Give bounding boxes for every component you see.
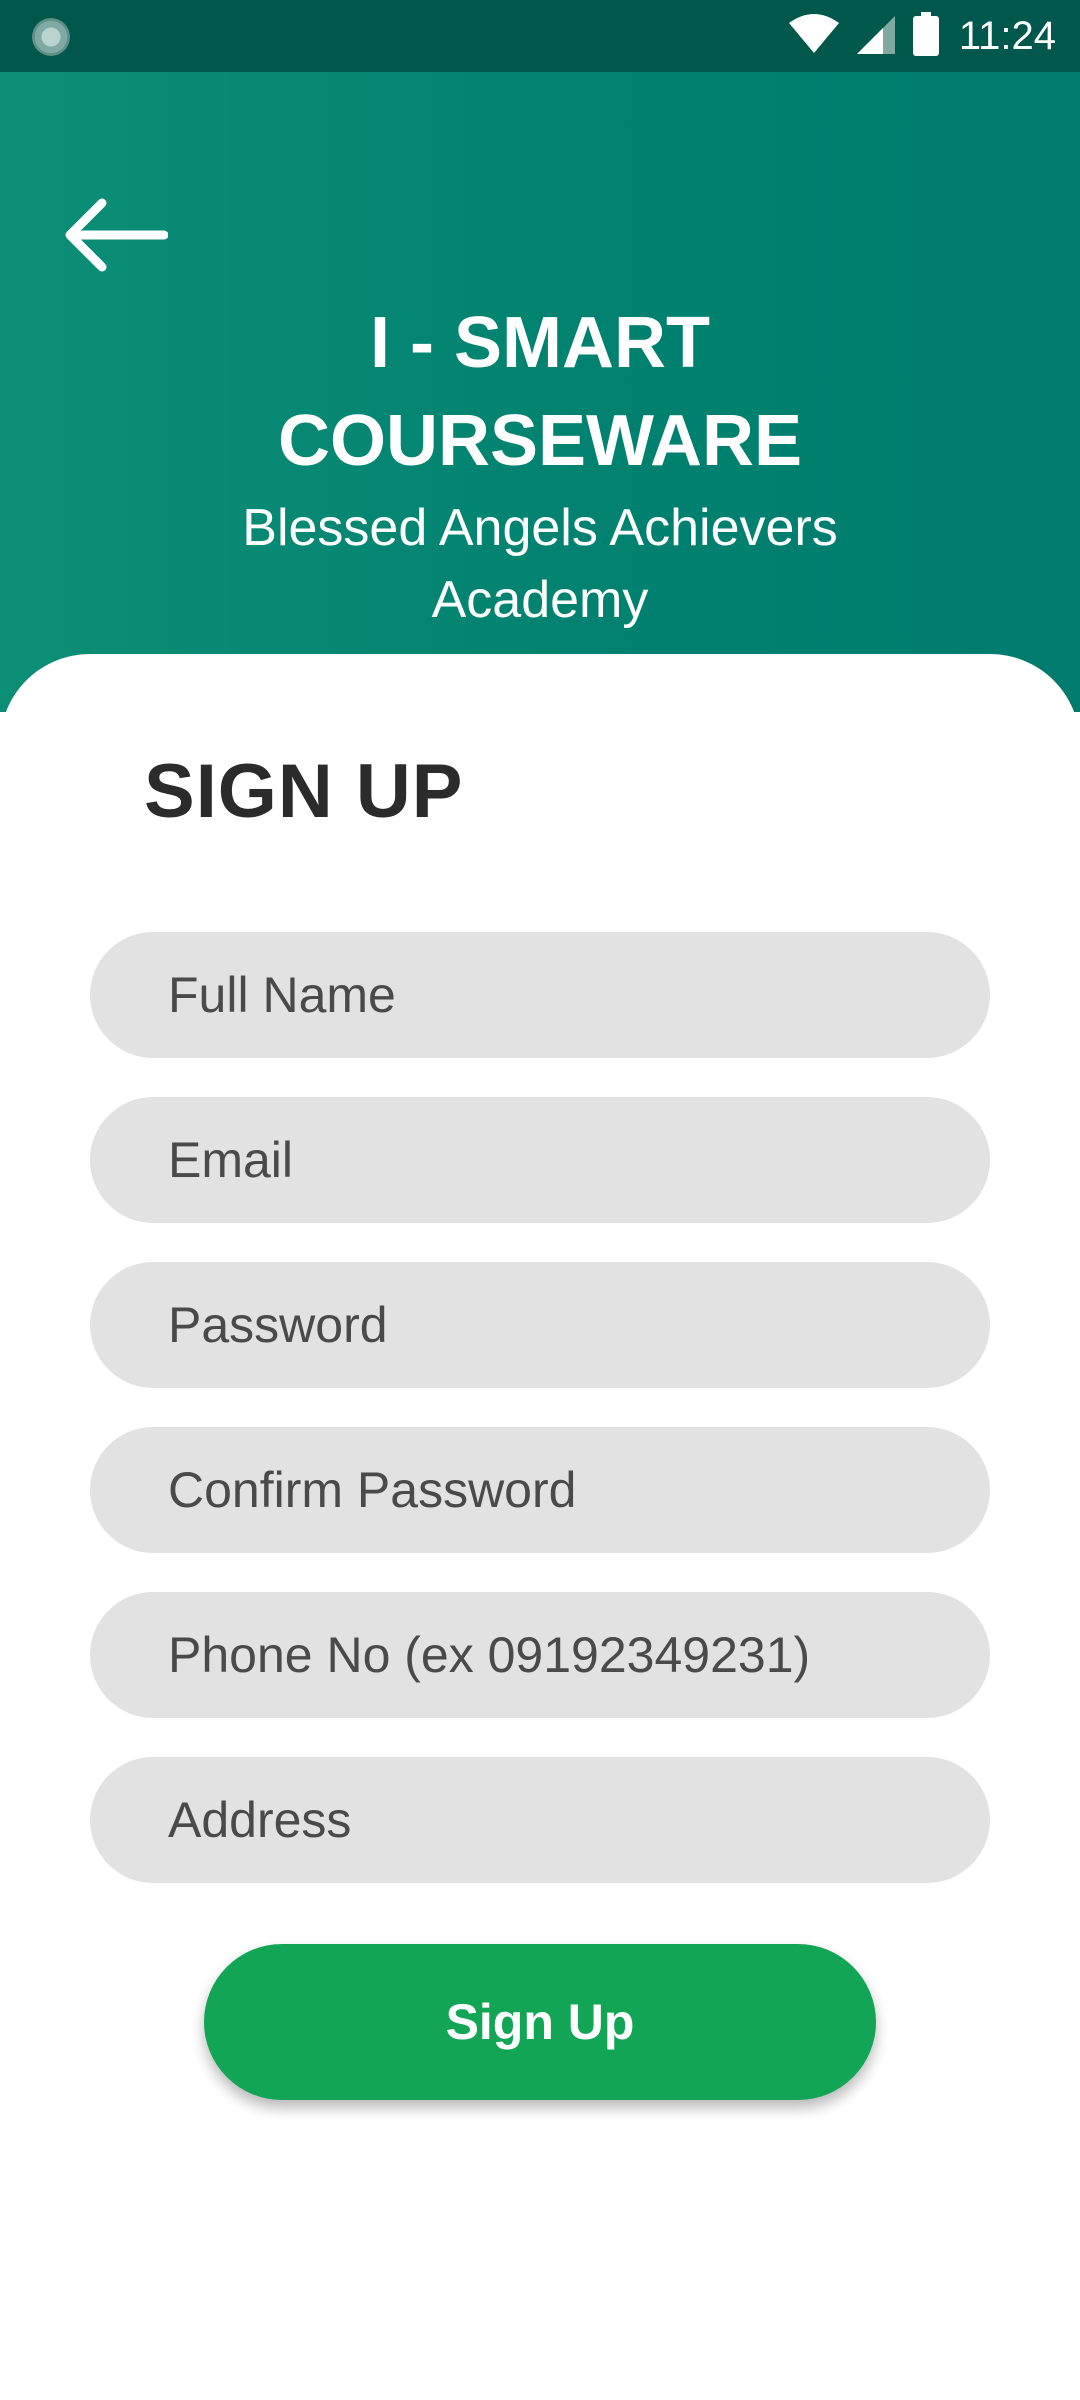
arrow-left-icon xyxy=(62,197,169,278)
address-field[interactable] xyxy=(90,1757,990,1883)
address-input[interactable] xyxy=(90,1757,990,1883)
wifi-icon xyxy=(787,13,841,60)
battery-icon xyxy=(912,11,939,61)
app-title-line1: I - SMART xyxy=(370,303,710,383)
signup-screen: 11:24 I - SMART COURSEWARE Blessed Angel… xyxy=(0,0,1080,2400)
status-bar: 11:24 xyxy=(0,0,1080,72)
header: I - SMART COURSEWARE Blessed Angels Achi… xyxy=(0,72,1080,712)
signup-button[interactable]: Sign Up xyxy=(204,1944,876,2100)
app-title-line2: COURSEWARE xyxy=(277,401,803,481)
status-icons: 11:24 xyxy=(787,0,1056,72)
status-time: 11:24 xyxy=(958,13,1056,58)
signup-card: SIGN UP Sign Up xyxy=(0,654,1080,2400)
back-button[interactable] xyxy=(60,192,170,282)
email-field[interactable] xyxy=(90,1097,990,1223)
full-name-field[interactable] xyxy=(90,932,990,1058)
signup-title: SIGN UP xyxy=(144,749,464,834)
school-name: Blessed Angels Achievers Academy xyxy=(0,492,1080,636)
cell-signal-icon xyxy=(855,12,899,61)
full-name-input[interactable] xyxy=(90,932,990,1058)
password-field[interactable] xyxy=(90,1262,990,1388)
phone-input[interactable] xyxy=(90,1592,990,1718)
app-title: I - SMART COURSEWARE xyxy=(0,294,1080,490)
school-name-line2: Academy xyxy=(431,571,649,629)
email-input[interactable] xyxy=(90,1097,990,1223)
phone-field[interactable] xyxy=(90,1592,990,1718)
confirm-password-field[interactable] xyxy=(90,1427,990,1553)
school-name-line1: Blessed Angels Achievers xyxy=(242,499,838,557)
confirm-password-input[interactable] xyxy=(90,1427,990,1553)
password-input[interactable] xyxy=(90,1262,990,1388)
app-notification-icon xyxy=(32,18,70,56)
